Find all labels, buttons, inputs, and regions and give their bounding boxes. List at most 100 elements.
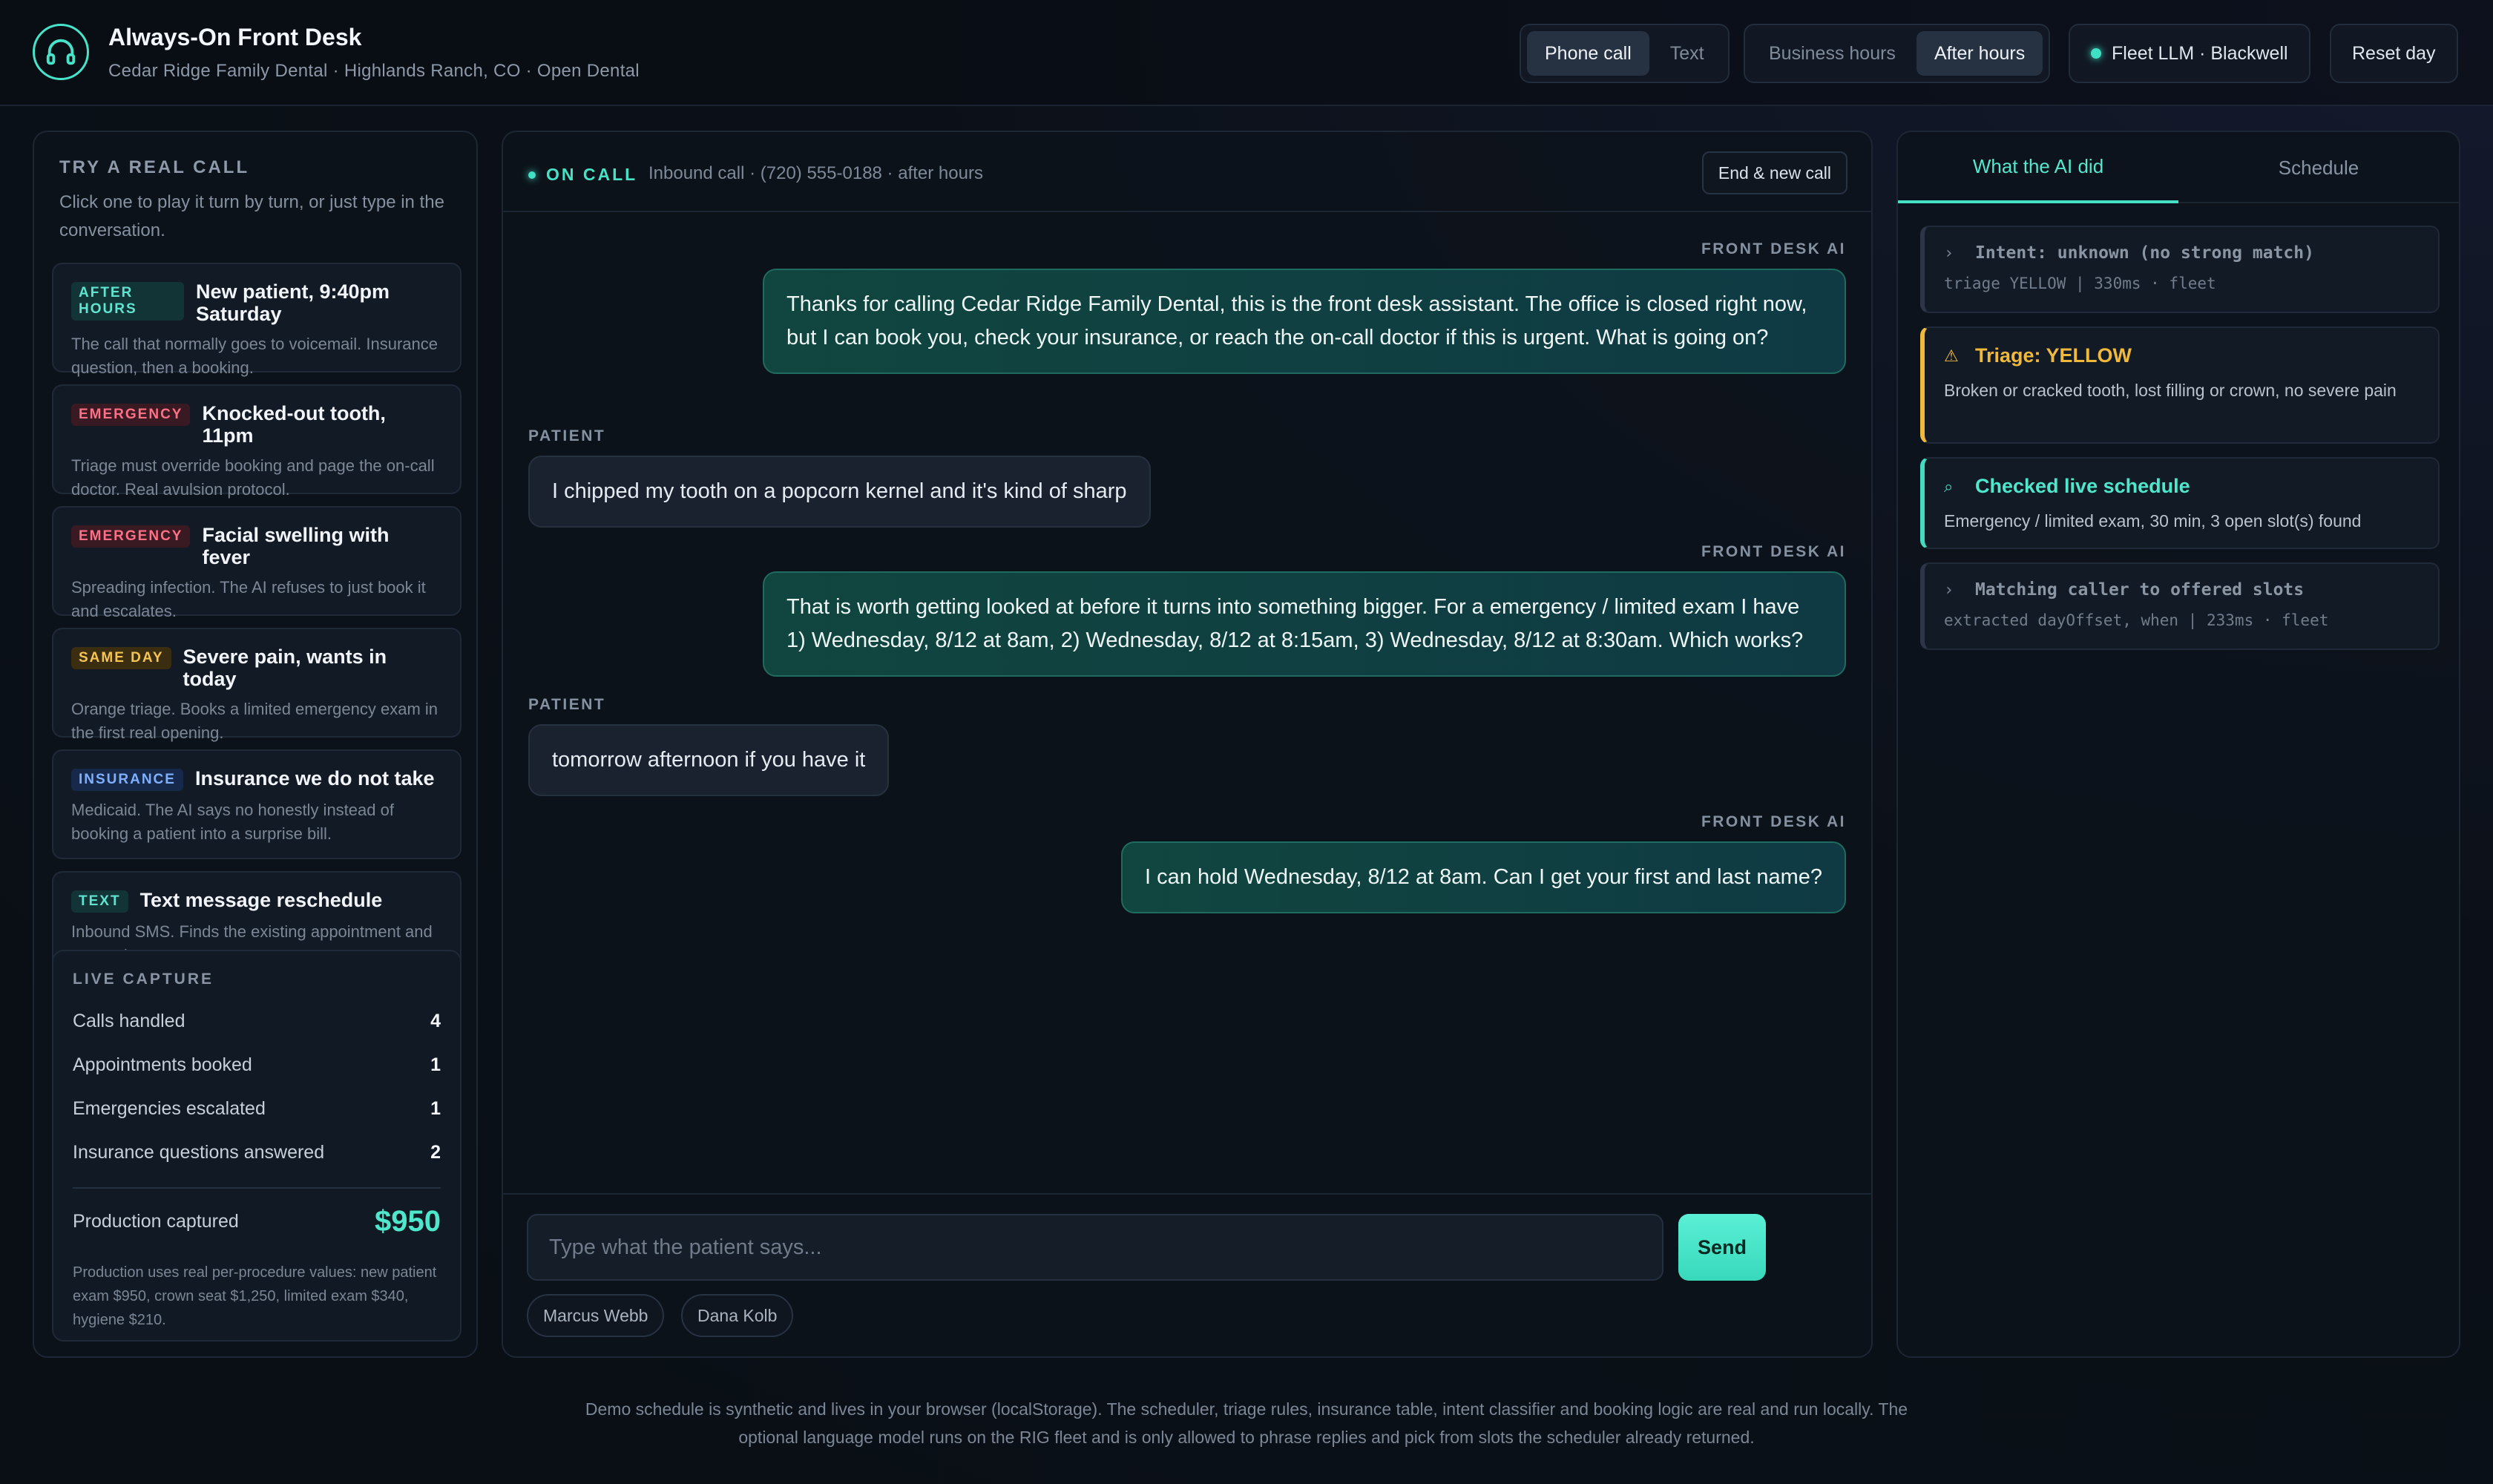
live-capture-heading: LIVE CAPTURE xyxy=(73,971,214,988)
conversation-panel: ON CALL Inbound call · (720) 555-0188 · … xyxy=(502,131,1873,1358)
call-status-bar: ON CALL Inbound call · (720) 555-0188 · … xyxy=(503,132,1871,212)
event-detail: Broken or cracked tooth, lost filling or… xyxy=(1944,381,2397,400)
activity-event: ⌕ Checked live schedule Emergency / limi… xyxy=(1920,457,2440,549)
production-row: Production captured $950 xyxy=(73,1205,441,1238)
warning-icon: ⚠ xyxy=(1944,346,1959,365)
event-detail: Emergency / limited exam, 30 min, 3 open… xyxy=(1944,511,2362,531)
reset-day-button[interactable]: Reset day xyxy=(2330,24,2458,83)
message-speaker: PATIENT xyxy=(528,696,606,713)
stat-row: Appointments booked 1 xyxy=(73,1054,441,1076)
chevron-right-icon: › xyxy=(1944,580,1954,600)
scenario-badge: SAME DAY xyxy=(71,647,171,669)
call-status-label: ON CALL xyxy=(546,165,638,184)
scenario-title: Text message reschedule xyxy=(139,889,383,911)
production-label: Production captured xyxy=(73,1211,239,1232)
stat-label: Insurance questions answered xyxy=(73,1142,325,1163)
stat-row: Calls handled 4 xyxy=(73,1011,441,1032)
stat-label: Appointments booked xyxy=(73,1054,252,1075)
business-hours-option[interactable]: Business hours xyxy=(1751,31,1914,76)
message-speaker: FRONT DESK AI xyxy=(1701,813,1846,830)
suggestion-chip[interactable]: Dana Kolb xyxy=(681,1294,794,1337)
event-detail: extracted dayOffset, when | 233ms · flee… xyxy=(1944,611,2329,629)
scenario-description: Spreading infection. The AI refuses to j… xyxy=(71,578,426,620)
scenario-card[interactable]: EMERGENCY Knocked-out tooth, 11pm Triage… xyxy=(52,384,462,499)
call-info: Inbound call · (720) 555-0188 · after ho… xyxy=(648,163,983,183)
activity-event: ⚠ Triage: YELLOW Broken or cracked tooth… xyxy=(1920,326,2440,444)
activity-event: › Intent: unknown (no strong match) tria… xyxy=(1920,226,2440,313)
channel-toggle: Phone call Text xyxy=(1520,24,1730,83)
event-detail: triage YELLOW | 330ms · fleet xyxy=(1944,275,2216,292)
scenario-title: Insurance we do not take xyxy=(194,767,435,789)
scenario-badge: TEXT xyxy=(71,890,128,913)
message-speaker: FRONT DESK AI xyxy=(1701,240,1846,257)
scenario-panel: TRY A REAL CALL Click one to play it tur… xyxy=(33,131,478,1358)
try-call-heading: TRY A REAL CALL xyxy=(59,157,250,177)
end-call-button[interactable]: End & new call xyxy=(1701,151,1847,194)
ai-message: Thanks for calling Cedar Ridge Family De… xyxy=(763,269,1846,374)
patient-message-input[interactable] xyxy=(527,1214,1663,1281)
model-label: Fleet LLM · Blackwell xyxy=(2112,42,2288,64)
app-header: Always-On Front Desk Cedar Ridge Family … xyxy=(0,0,2493,106)
stat-label: Calls handled xyxy=(73,1011,185,1031)
stat-row: Emergencies escalated 1 xyxy=(73,1098,441,1120)
activity-panel: What the AI did Schedule › Intent: unkno… xyxy=(1896,131,2460,1358)
stat-value: 1 xyxy=(430,1054,441,1075)
composer: Send Marcus Webb Dana Kolb xyxy=(503,1193,1871,1358)
text-option[interactable]: Text xyxy=(1652,31,1722,76)
scenario-description: Triage must override booking and page th… xyxy=(71,456,435,499)
scenario-badge: EMERGENCY xyxy=(71,404,191,426)
scenario-badge: AFTER HOURS xyxy=(71,282,184,321)
scenario-card[interactable]: EMERGENCY Facial swelling with fever Spr… xyxy=(52,506,462,620)
live-capture-card: LIVE CAPTURE Calls handled 4 Appointment… xyxy=(52,950,462,1342)
search-icon: ⌕ xyxy=(1944,476,1954,496)
suggestion-chip[interactable]: Marcus Webb xyxy=(527,1294,665,1337)
event-title: Intent: unknown (no strong match) xyxy=(1975,243,2314,263)
activity-tabs: What the AI did Schedule xyxy=(1898,132,2459,203)
message-speaker: PATIENT xyxy=(528,427,606,444)
ai-message: That is worth getting looked at before i… xyxy=(763,571,1846,677)
message-speaker: FRONT DESK AI xyxy=(1701,543,1846,560)
stat-value: 4 xyxy=(430,1011,441,1031)
scenario-title: New patient, 9:40pm Saturday xyxy=(196,280,390,325)
scenario-badge: INSURANCE xyxy=(71,769,183,791)
status-dot-icon xyxy=(2091,48,2101,59)
divider xyxy=(73,1187,441,1189)
tab-what-ai-did[interactable]: What the AI did xyxy=(1898,132,2178,203)
practice-subtitle: Cedar Ridge Family Dental · Highlands Ra… xyxy=(108,61,640,81)
app-title: Always-On Front Desk xyxy=(108,24,362,50)
activity-event: › Matching caller to offered slots extra… xyxy=(1920,562,2440,650)
scenario-title: Facial swelling with fever xyxy=(202,524,390,568)
scenario-card[interactable]: INSURANCE Insurance we do not take Medic… xyxy=(52,749,462,859)
footer-disclaimer: Demo schedule is synthetic and lives in … xyxy=(585,1399,1908,1447)
ai-message: I can hold Wednesday, 8/12 at 8am. Can I… xyxy=(1121,841,1846,913)
hours-toggle: Business hours After hours xyxy=(1744,24,2051,83)
stat-value: 1 xyxy=(430,1098,441,1119)
send-button[interactable]: Send xyxy=(1678,1214,1766,1281)
call-status: ON CALL xyxy=(528,165,637,185)
headset-icon xyxy=(33,24,89,80)
live-dot-icon xyxy=(528,171,536,179)
phone-call-option[interactable]: Phone call xyxy=(1527,31,1649,76)
patient-message: I chipped my tooth on a popcorn kernel a… xyxy=(528,456,1151,528)
production-note: Production uses real per-procedure value… xyxy=(73,1264,437,1328)
chevron-right-icon: › xyxy=(1944,243,1954,263)
stat-label: Emergencies escalated xyxy=(73,1098,266,1119)
scenario-description: The call that normally goes to voicemail… xyxy=(71,335,439,377)
model-selector[interactable]: Fleet LLM · Blackwell xyxy=(2069,24,2310,83)
scenario-title: Severe pain, wants in today xyxy=(183,646,387,690)
scenario-description: Medicaid. The AI says no honestly instea… xyxy=(71,801,394,843)
event-title: Checked live schedule xyxy=(1975,475,2190,497)
try-call-description: Click one to play it turn by turn, or ju… xyxy=(59,192,444,240)
tab-schedule[interactable]: Schedule xyxy=(2178,132,2459,203)
scenario-card[interactable]: AFTER HOURS New patient, 9:40pm Saturday… xyxy=(52,263,462,377)
event-title: Matching caller to offered slots xyxy=(1975,580,2305,600)
event-title: Triage: YELLOW xyxy=(1975,344,2132,367)
stat-row: Insurance questions answered 2 xyxy=(73,1142,441,1163)
patient-message: tomorrow afternoon if you have it xyxy=(528,724,890,796)
after-hours-option[interactable]: After hours xyxy=(1916,31,2043,76)
production-value: $950 xyxy=(375,1205,441,1238)
scenario-card[interactable]: SAME DAY Severe pain, wants in today Ora… xyxy=(52,628,462,742)
scenario-description: Orange triage. Books a limited emergency… xyxy=(71,700,439,742)
stat-value: 2 xyxy=(430,1142,441,1163)
scenario-title: Knocked-out tooth, 11pm xyxy=(202,402,386,447)
